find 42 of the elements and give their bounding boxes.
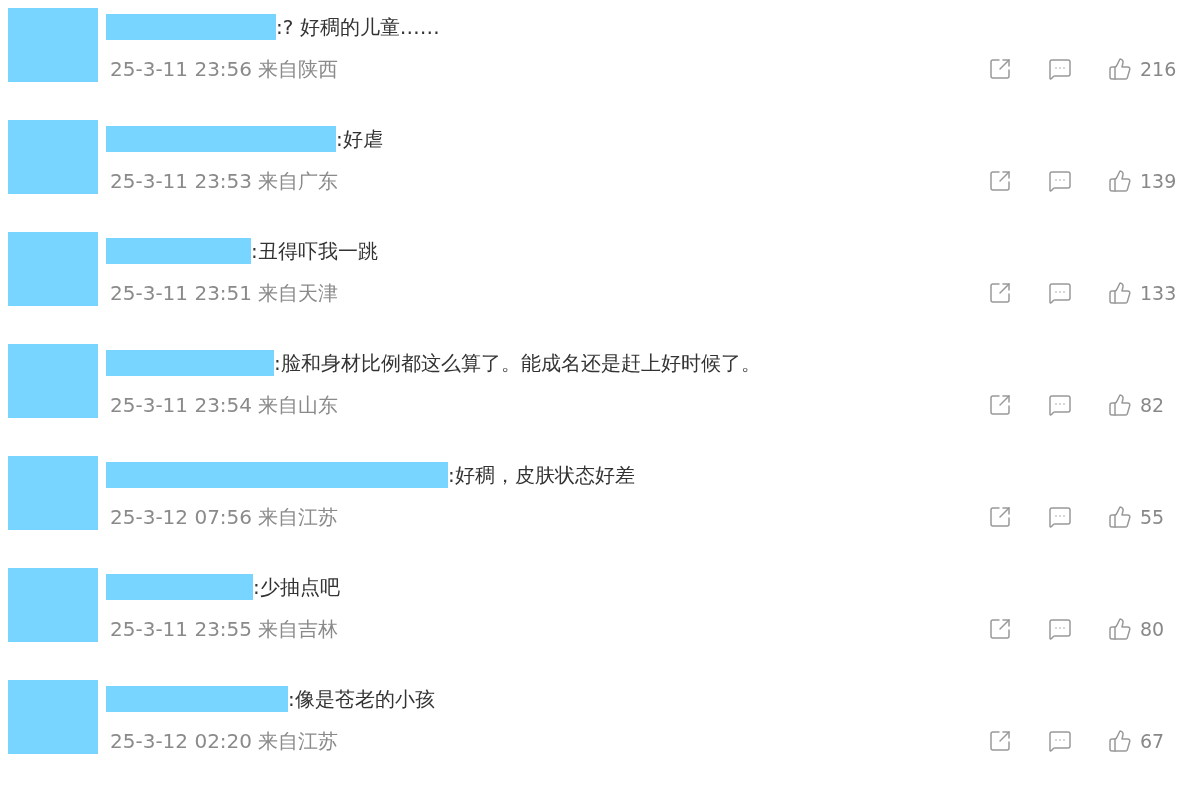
share-icon[interactable] <box>988 281 1012 305</box>
comment-text: :像是苍老的小孩 <box>288 686 435 713</box>
comment-text: :丑得吓我一跳 <box>251 238 378 265</box>
like-icon[interactable] <box>1108 169 1132 193</box>
like-icon[interactable] <box>1108 729 1132 753</box>
comment-text: :少抽点吧 <box>253 574 340 601</box>
comment-text: :好虐 <box>336 126 383 153</box>
share-icon[interactable] <box>988 57 1012 81</box>
comment-icon[interactable] <box>1048 393 1072 417</box>
share-icon[interactable] <box>988 729 1012 753</box>
share-icon[interactable] <box>988 505 1012 529</box>
like-icon[interactable] <box>1108 505 1132 529</box>
like-count: 55 <box>1140 504 1166 530</box>
like-count: 80 <box>1140 616 1166 642</box>
like-count: 82 <box>1140 392 1166 418</box>
share-icon[interactable] <box>988 169 1012 193</box>
comment-icon[interactable] <box>1048 57 1072 81</box>
comment-text: :脸和身材比例都这么算了。能成名还是赶上好时候了。 <box>274 350 761 377</box>
like-icon[interactable] <box>1108 57 1132 81</box>
share-icon[interactable] <box>988 617 1012 641</box>
comment-meta: 25-3-11 23:54 来自山东 <box>110 392 339 419</box>
comment-meta: 25-3-12 02:20 来自江苏 <box>110 728 339 755</box>
comment-text: :? 好稠的儿童…… <box>276 14 440 41</box>
share-icon[interactable] <box>988 393 1012 417</box>
comment-meta: 25-3-11 23:56 来自陕西 <box>110 56 339 83</box>
comment-icon[interactable] <box>1048 729 1072 753</box>
comment-icon[interactable] <box>1048 617 1072 641</box>
like-icon[interactable] <box>1108 281 1132 305</box>
comment-icon[interactable] <box>1048 281 1072 305</box>
like-icon[interactable] <box>1108 393 1132 417</box>
comment-text: :好稠，皮肤状态好差 <box>448 462 635 489</box>
like-count: 67 <box>1140 728 1166 754</box>
like-count: 133 <box>1140 280 1176 306</box>
comment-meta: 25-3-11 23:53 来自广东 <box>110 168 339 195</box>
comment-meta: 25-3-12 07:56 来自江苏 <box>110 504 339 531</box>
comment-icon[interactable] <box>1048 505 1072 529</box>
like-icon[interactable] <box>1108 617 1132 641</box>
like-count: 139 <box>1140 168 1176 194</box>
like-count: 216 <box>1140 56 1176 82</box>
comment-meta: 25-3-11 23:55 来自吉林 <box>110 616 339 643</box>
comment-icon[interactable] <box>1048 169 1072 193</box>
comment-meta: 25-3-11 23:51 来自天津 <box>110 280 339 307</box>
